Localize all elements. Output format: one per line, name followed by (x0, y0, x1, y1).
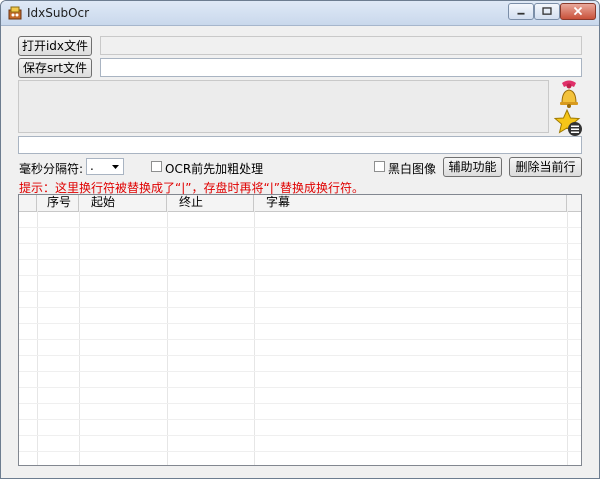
bw-image-checkbox[interactable] (374, 161, 385, 172)
chevron-down-icon (112, 165, 119, 169)
column-divider (37, 211, 38, 465)
row-divider (19, 259, 581, 260)
row-divider (19, 387, 581, 388)
maximize-button[interactable] (534, 3, 560, 20)
row-divider (19, 275, 581, 276)
row-divider (19, 291, 581, 292)
row-divider (19, 403, 581, 404)
table-header-indicator (19, 195, 37, 211)
close-icon (573, 6, 583, 16)
minimize-icon (517, 12, 525, 15)
column-header-subtitle[interactable]: 字幕 (254, 195, 567, 211)
table-header: 序号 起始 终止 字幕 (19, 195, 581, 212)
main-window: IdxSubOcr 打开idx文件 保存srt文件 毫秒分隔符: . OCR前先… (0, 0, 600, 479)
column-header-start[interactable]: 起始 (79, 195, 167, 211)
window-title: IdxSubOcr (27, 6, 90, 20)
row-divider (19, 243, 581, 244)
ocr-text-field[interactable] (18, 136, 582, 154)
app-icon (8, 6, 22, 20)
open-idx-button[interactable]: 打开idx文件 (18, 36, 92, 56)
column-header-index[interactable]: 序号 (37, 195, 79, 211)
save-srt-button[interactable]: 保存srt文件 (18, 58, 92, 78)
idx-path-field[interactable] (100, 36, 582, 55)
row-divider (19, 419, 581, 420)
delete-row-button[interactable]: 删除当前行 (509, 157, 582, 177)
row-divider (19, 355, 581, 356)
srt-path-field[interactable] (100, 58, 582, 77)
ms-separator-label: 毫秒分隔符: (19, 162, 84, 176)
star-list-icon[interactable] (554, 109, 584, 137)
ms-separator-value: . (90, 159, 94, 173)
image-preview (18, 80, 549, 133)
bw-image-label: 黑白图像 (388, 162, 437, 176)
assist-button[interactable]: 辅助功能 (443, 157, 502, 177)
row-divider (19, 227, 581, 228)
column-divider (167, 211, 168, 465)
row-divider (19, 339, 581, 340)
column-divider (79, 211, 80, 465)
ms-separator-select[interactable]: . (86, 158, 124, 175)
column-header-end[interactable]: 终止 (167, 195, 254, 211)
row-divider (19, 323, 581, 324)
subtitle-table[interactable]: 序号 起始 终止 字幕 (18, 194, 582, 466)
row-divider (19, 307, 581, 308)
row-divider (19, 451, 581, 452)
close-button[interactable] (560, 3, 596, 20)
ocr-bold-label: OCR前先加粗处理 (165, 162, 264, 176)
bell-icon[interactable] (554, 79, 584, 109)
row-divider (19, 435, 581, 436)
column-divider (567, 211, 568, 465)
row-divider (19, 371, 581, 372)
maximize-icon (542, 7, 552, 15)
title-bar[interactable]: IdxSubOcr (1, 1, 599, 26)
column-divider (254, 211, 255, 465)
minimize-button[interactable] (508, 3, 534, 20)
ocr-bold-checkbox[interactable] (151, 161, 162, 172)
